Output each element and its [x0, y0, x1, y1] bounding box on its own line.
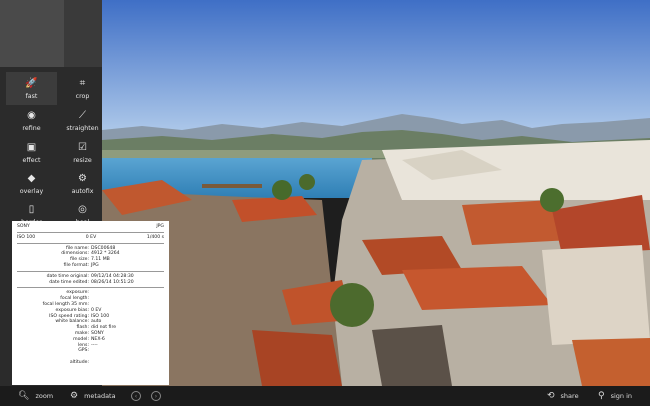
chevron-right-icon: › — [151, 391, 161, 401]
iso-value: ISO 100 — [17, 234, 36, 240]
heal-icon: ◎ — [78, 204, 87, 215]
tool-label: overlay — [19, 188, 44, 195]
rocket-icon: 🚀 — [25, 78, 38, 89]
chevron-left-icon: ‹ — [131, 391, 141, 401]
search-icon: 🔍︎ — [18, 391, 30, 401]
gear-icon: ⚙ — [70, 391, 79, 401]
metadata-panel: SONY JPG ISO 100 0 EV 1/400 s file name:… — [12, 221, 169, 385]
exposure-summary: ISO 100 0 EV 1/400 s — [17, 235, 164, 241]
metadata-button[interactable]: ⚙ metadata — [70, 386, 116, 406]
autofix-icon: ⚙ — [78, 173, 87, 184]
tool-fast-button[interactable]: 🚀 fast — [6, 72, 57, 105]
divider — [17, 287, 164, 289]
border-icon: ▯ — [28, 204, 35, 215]
tool-autofix-button[interactable]: ⚙ autofix — [57, 167, 108, 200]
tool-label: autofix — [71, 188, 94, 195]
meta-row: date time edited: 08/26/14 10:51:20 — [49, 279, 134, 285]
sign-in-label: sign in — [610, 392, 633, 400]
file-format-tag: JPG — [156, 224, 164, 229]
harbor-town-photo — [102, 0, 650, 386]
sidebar-header-right — [64, 0, 102, 67]
straighten-icon: ⟋ — [79, 110, 86, 121]
tool-crop-button[interactable]: ⌗ crop — [57, 72, 108, 105]
sidebar-header-left — [0, 0, 64, 67]
divider — [17, 270, 164, 272]
camera-brand: SONY — [17, 224, 30, 229]
tool-straighten-button[interactable]: ⟋ straighten — [57, 104, 108, 137]
tool-label: refine — [22, 125, 41, 132]
tool-label: effect — [22, 157, 41, 164]
tool-resize-button[interactable]: ☑ resize — [57, 136, 108, 169]
ev-value: 0 EV — [85, 234, 97, 240]
shutter-value: 1/400 s — [146, 234, 164, 240]
tool-effect-button[interactable]: ▣ effect — [6, 136, 57, 169]
meta-row: altitude: — [69, 360, 89, 366]
tool-label: resize — [73, 157, 92, 164]
previous-button[interactable]: ‹ — [131, 386, 141, 406]
photo-canvas[interactable] — [102, 0, 650, 386]
tool-overlay-button[interactable]: ◆ overlay — [6, 167, 57, 200]
camera-row: SONY JPG — [17, 224, 164, 230]
tool-refine-button[interactable]: ◉ refine — [6, 104, 57, 137]
next-button[interactable]: › — [151, 386, 161, 406]
layers-icon: ◆ — [27, 173, 36, 184]
tool-label: crop — [75, 93, 90, 100]
divider — [17, 231, 164, 233]
sign-in-button[interactable]: ⚲ sign in — [598, 386, 632, 406]
divider — [17, 242, 164, 244]
share-icon: ⟲ — [547, 391, 555, 401]
tool-label: fast — [25, 93, 38, 100]
share-label: share — [560, 392, 579, 400]
refine-icon: ◉ — [27, 110, 36, 121]
film-icon: ▣ — [26, 142, 37, 153]
meta-row: file format: JPG — [63, 262, 99, 268]
crop-icon: ⌗ — [79, 78, 86, 89]
share-button[interactable]: ⟲ share — [547, 386, 579, 406]
resize-icon: ☑ — [78, 142, 87, 153]
zoom-label: zoom — [35, 392, 54, 400]
key-icon: ⚲ — [598, 391, 605, 401]
meta-row: GPS: — [78, 348, 89, 354]
tool-label: straighten — [66, 125, 99, 132]
zoom-button[interactable]: 🔍︎ zoom — [18, 386, 53, 406]
bottom-toolbar: 🔍︎ zoom ⚙ metadata ‹ › ⟲ share ⚲ sign in — [0, 386, 650, 406]
metadata-label: metadata — [84, 392, 116, 400]
